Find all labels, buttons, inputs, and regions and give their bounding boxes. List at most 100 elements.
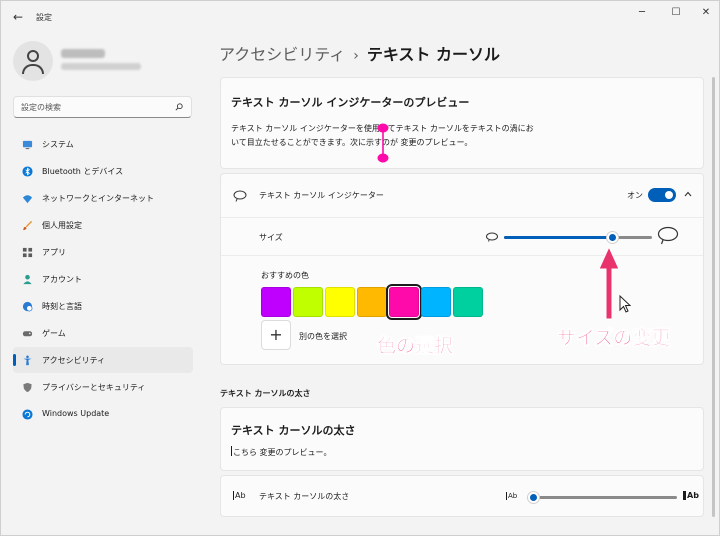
search-icon[interactable] — [175, 103, 183, 111]
update-icon — [22, 409, 33, 420]
breadcrumb-parent[interactable]: アクセシビリティ — [219, 45, 345, 64]
back-arrow-icon: ← — [12, 10, 24, 24]
wifi-icon — [22, 195, 33, 204]
indicator-preview-card: テキスト カーソル インジケーターのプレビュー テキスト カーソル インジケータ… — [220, 77, 704, 169]
preview-title: テキスト カーソル インジケーターのプレビュー — [231, 96, 470, 109]
apps-icon — [22, 247, 33, 258]
back-button[interactable]: ← — [9, 9, 27, 25]
settings-search[interactable] — [13, 96, 192, 118]
chevron-up-icon[interactable] — [683, 189, 693, 199]
thickness-preview: こちら 変更のプレビュー。 — [231, 446, 331, 458]
accessibility-icon — [23, 355, 32, 366]
sidebar-item-bluetooth[interactable]: Bluetooth とデバイス — [13, 158, 193, 184]
custom-color-label: 別の色を選択 — [299, 332, 347, 341]
sidebar-item-label: 時刻と言語 — [42, 302, 82, 311]
indicator-toggle[interactable] — [648, 188, 676, 202]
sidebar-item-label: 個人用設定 — [42, 221, 82, 230]
color-swatch[interactable] — [357, 287, 387, 317]
thickness-slider[interactable] — [527, 491, 677, 504]
size-slider-thumb[interactable] — [606, 231, 620, 244]
text-thickness-icon: Ab — [233, 491, 246, 500]
shield-icon — [23, 382, 32, 393]
text-caret — [231, 446, 232, 456]
thin-cursor-icon: Ab — [506, 492, 518, 500]
person-icon — [23, 274, 32, 285]
settings-window: ← 設定 ─ ☐ ✕ システム Bluetooth とデバイス — [0, 0, 720, 536]
sidebar-item-label: アプリ — [42, 248, 66, 257]
sidebar-item-system[interactable]: システム — [13, 131, 193, 157]
sidebar-item-label: プライバシーとセキュリティ — [42, 383, 146, 392]
user-profile[interactable] — [13, 41, 193, 81]
large-indicator-icon — [657, 226, 679, 245]
sidebar-item-time-language[interactable]: 時刻と言語 — [13, 293, 193, 319]
close-button[interactable]: ✕ — [691, 5, 720, 21]
sidebar-item-privacy[interactable]: プライバシーとセキュリティ — [13, 374, 193, 400]
thickness-card-title: テキスト カーソルの太さ — [231, 424, 356, 437]
small-indicator-icon — [486, 232, 498, 242]
thickness-row-card: Ab テキスト カーソルの太さ Ab Ab — [220, 475, 704, 517]
recommended-colors-label: おすすめの色 — [261, 271, 309, 280]
person-head-shape — [27, 50, 39, 62]
callout-arrow-icon — [598, 245, 620, 320]
size-row: サイズ — [221, 218, 703, 256]
sidebar-item-label: Windows Update — [42, 409, 110, 418]
sidebar-nav: システム Bluetooth とデバイス ネットワークとインターネット 個人用設… — [13, 131, 193, 428]
breadcrumb: アクセシビリティ › テキスト カーソル — [219, 41, 500, 65]
sidebar-item-label: ネットワークとインターネット — [42, 194, 154, 203]
sidebar-item-label: Bluetooth とデバイス — [42, 167, 124, 176]
user-email-redacted — [61, 63, 141, 70]
minimize-button[interactable]: ─ — [627, 5, 657, 21]
thick-cursor-icon: Ab — [683, 491, 699, 500]
custom-color-button[interactable]: + — [261, 320, 291, 350]
bluetooth-icon — [22, 166, 33, 177]
sidebar-item-accounts[interactable]: アカウント — [13, 266, 193, 292]
title-bar: ← 設定 ─ ☐ ✕ — [1, 1, 719, 33]
mouse-pointer-icon — [619, 295, 631, 313]
search-input[interactable] — [21, 100, 171, 114]
avatar — [13, 41, 53, 81]
sidebar-item-label: アカウント — [42, 275, 82, 284]
globe-clock-icon — [22, 301, 33, 312]
sidebar-item-apps[interactable]: アプリ — [13, 239, 193, 265]
color-swatch[interactable] — [261, 287, 291, 317]
thickness-row-label: テキスト カーソルの太さ — [259, 492, 350, 501]
app-title: 設定 — [36, 13, 52, 22]
brush-icon — [22, 220, 33, 231]
thickness-preview-text: こちら 変更のプレビュー。 — [233, 448, 332, 457]
page-title: テキスト カーソル — [366, 45, 500, 64]
thickness-slider-thumb[interactable] — [527, 491, 540, 504]
color-selection-callout: 色の選択 — [377, 335, 454, 358]
size-change-callout: サイズの変更 — [557, 327, 671, 350]
maximize-button[interactable]: ☐ — [661, 5, 691, 21]
size-slider-fill — [504, 236, 613, 239]
sidebar-item-label: ゲーム — [42, 329, 66, 338]
gamepad-icon — [22, 331, 33, 337]
thickness-preview-card: テキスト カーソルの太さ こちら 変更のプレビュー。 — [220, 407, 704, 471]
monitor-icon — [22, 140, 33, 150]
cursor-indicator-icon — [233, 190, 247, 202]
color-swatch[interactable] — [325, 287, 355, 317]
sidebar-item-gaming[interactable]: ゲーム — [13, 320, 193, 346]
scrollbar[interactable] — [712, 77, 715, 517]
color-swatch[interactable] — [421, 287, 451, 317]
breadcrumb-separator: › — [353, 48, 359, 64]
size-label: サイズ — [259, 233, 283, 242]
sidebar-item-personalization[interactable]: 個人用設定 — [13, 212, 193, 238]
color-swatch[interactable] — [293, 287, 323, 317]
indicator-label: テキスト カーソル インジケーター — [259, 191, 384, 200]
toggle-knob — [665, 191, 673, 199]
size-slider[interactable] — [504, 231, 652, 244]
toggle-state-label: オン — [627, 191, 643, 200]
sidebar-item-accessibility[interactable]: アクセシビリティ — [13, 347, 193, 373]
text-cursor-indicator-icon — [377, 123, 389, 163]
thickness-section-heading: テキスト カーソルの太さ — [220, 389, 311, 398]
sidebar-item-network[interactable]: ネットワークとインターネット — [13, 185, 193, 211]
person-body-shape — [22, 64, 44, 74]
sidebar-item-windows-update[interactable]: Windows Update — [13, 401, 193, 427]
color-swatch[interactable] — [386, 284, 422, 320]
sidebar-item-label: アクセシビリティ — [42, 356, 106, 365]
sidebar-item-label: システム — [42, 140, 74, 149]
indicator-toggle-row[interactable]: テキスト カーソル インジケーター オン — [221, 174, 703, 218]
color-swatch[interactable] — [453, 287, 483, 317]
user-name-redacted — [61, 49, 105, 58]
